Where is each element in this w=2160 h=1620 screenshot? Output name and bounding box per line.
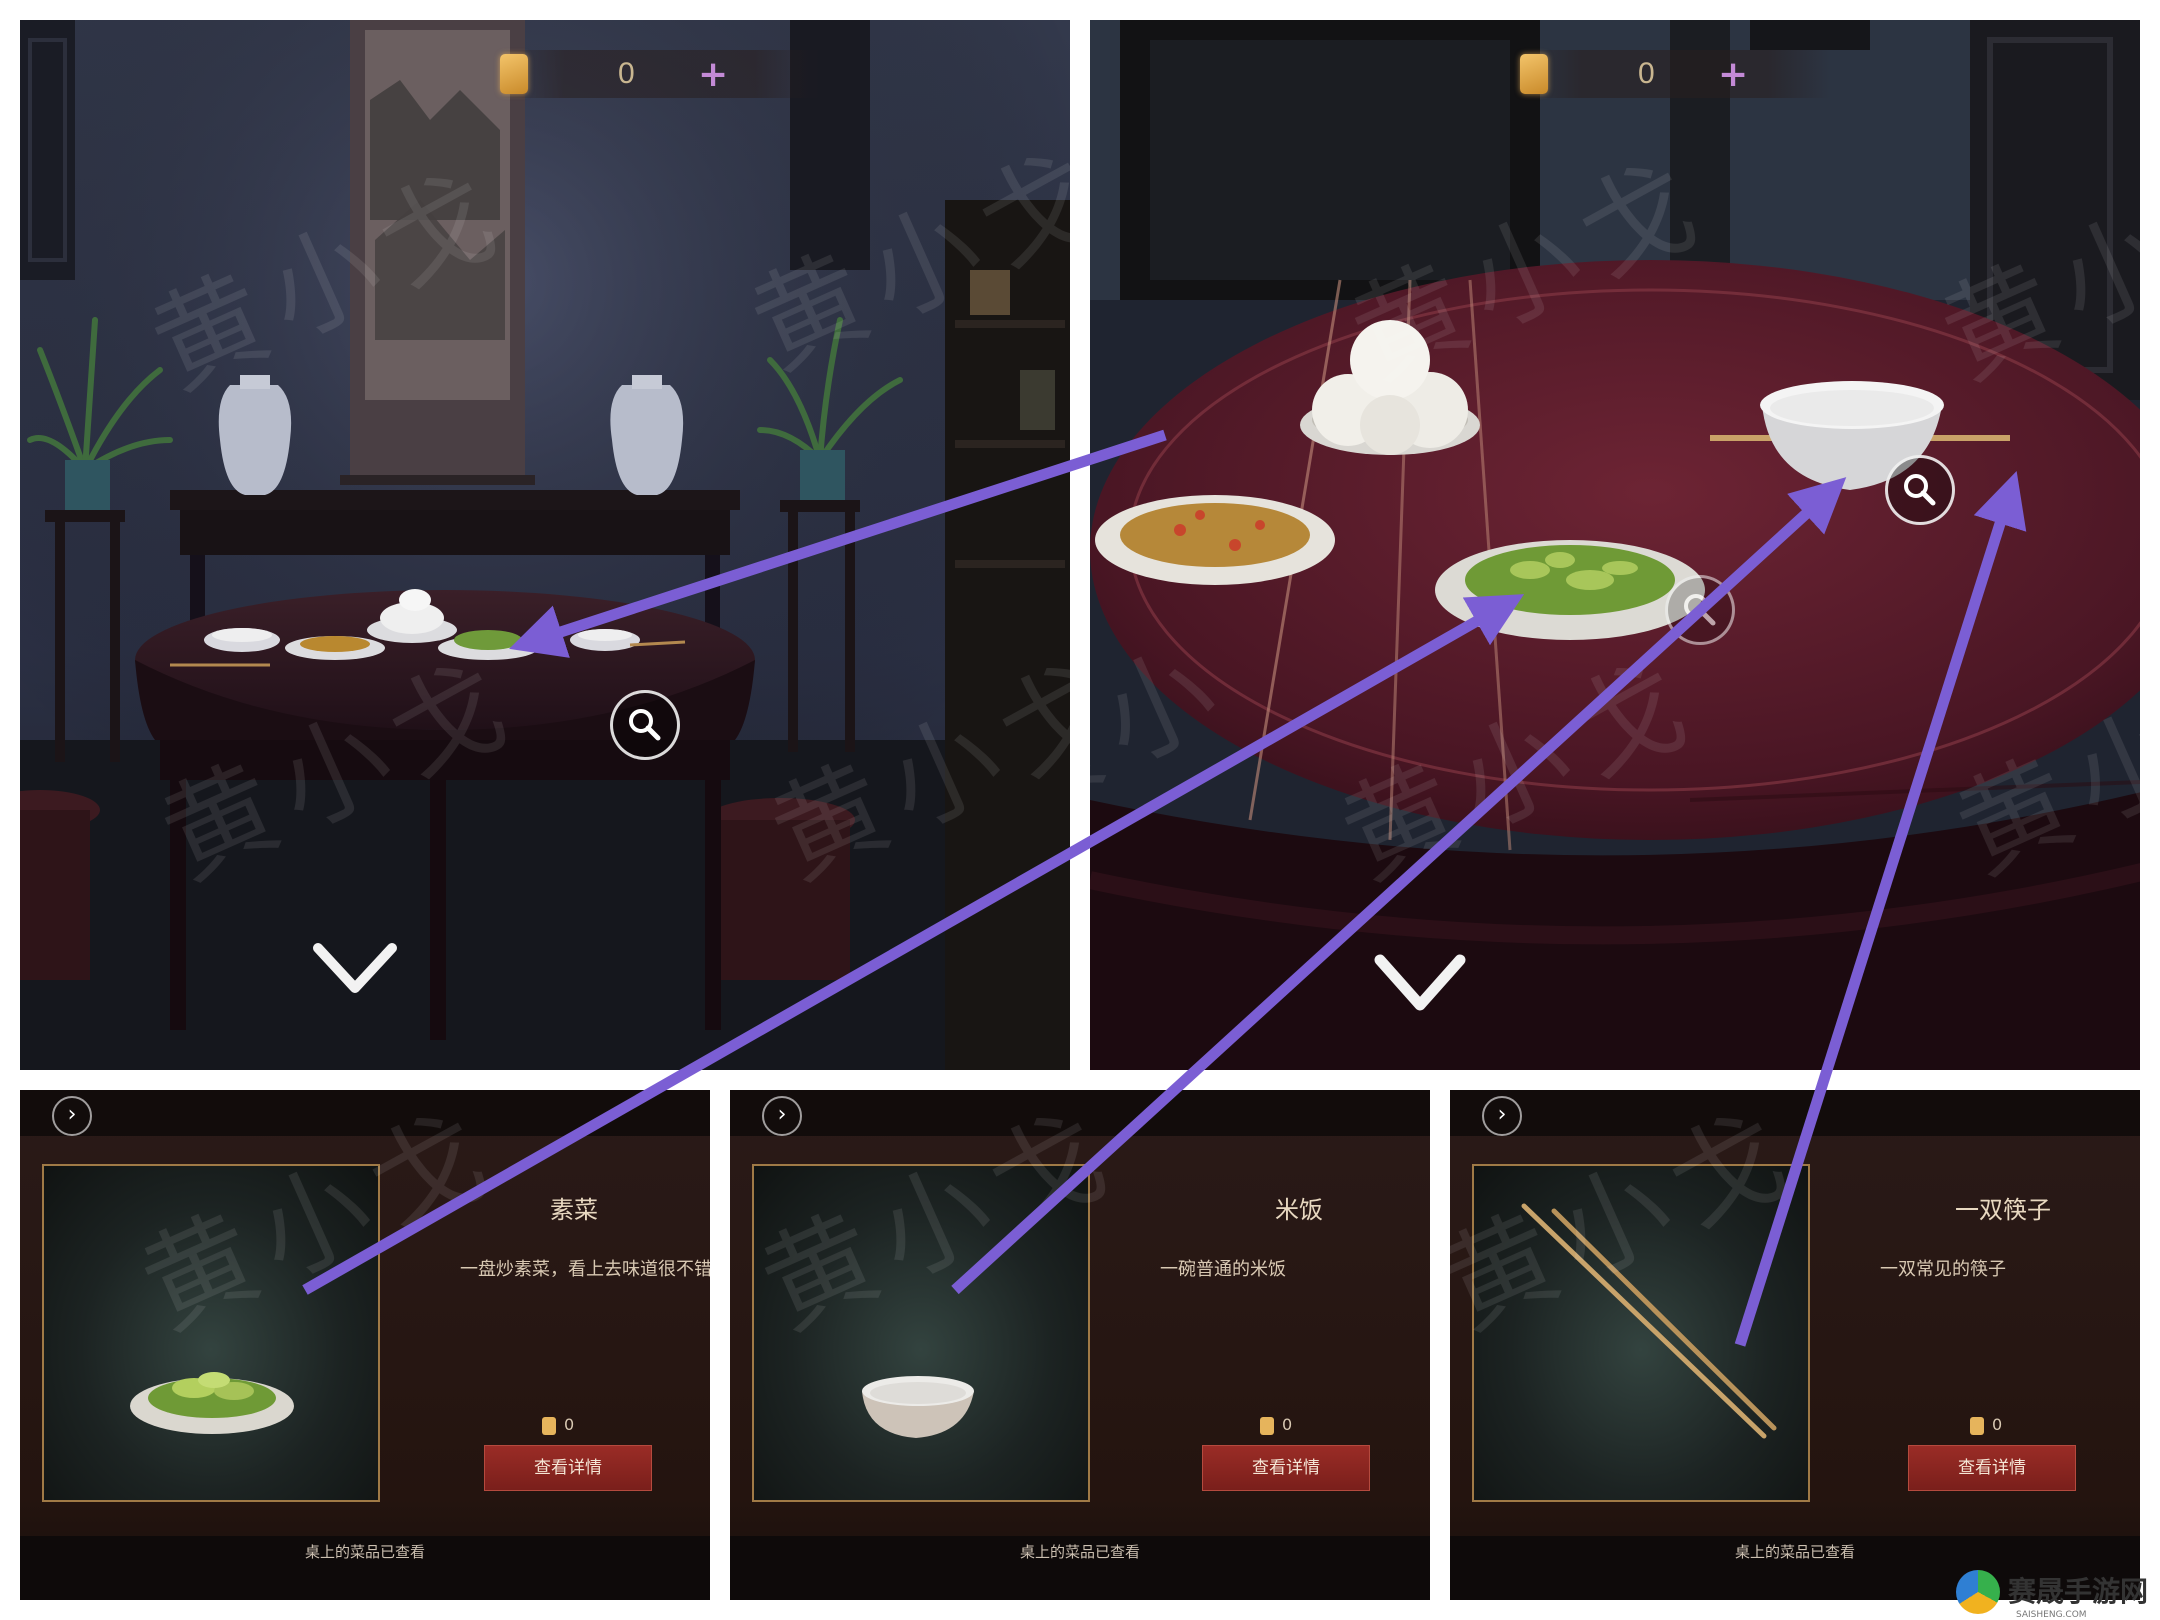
coin-count: 0	[618, 57, 635, 90]
magnifier-icon[interactable]	[1665, 575, 1735, 645]
item-preview-frame	[42, 1164, 380, 1502]
site-logo-icon	[1955, 1570, 2000, 1614]
scene-panel-room: 黄小戈 黄小戈 黄小戈 黄小戈 0 +	[20, 20, 1070, 1070]
rice-bowl-image	[862, 1376, 974, 1438]
green-vegetable-dish-image	[130, 1372, 294, 1434]
item-cost: 0	[542, 1415, 574, 1435]
magnifier-icon[interactable]	[1885, 455, 1955, 525]
currency-hud: 0 +	[1520, 50, 1830, 98]
item-cost: 0	[1260, 1415, 1292, 1435]
view-details-button[interactable]: 查看详情	[1202, 1445, 1370, 1491]
view-details-button[interactable]: 查看详情	[1908, 1445, 2076, 1491]
room-scene	[20, 20, 1070, 1070]
cost-value: 0	[1282, 1415, 1293, 1434]
add-currency-button[interactable]: +	[1718, 54, 1748, 95]
coin-icon	[1970, 1416, 1984, 1435]
coin-card-icon	[500, 54, 528, 94]
hint-text: 桌上的菜品已查看	[1734, 1543, 1855, 1561]
coin-card-icon	[1520, 54, 1548, 94]
site-logo: 赛晟手游网 SAISHENG.COM	[1955, 1570, 2148, 1620]
chevron-down-icon[interactable]	[1370, 950, 1470, 1020]
back-button[interactable]: ›	[1482, 1096, 1522, 1136]
cost-value: 0	[564, 1415, 575, 1434]
coin-icon	[1260, 1416, 1274, 1435]
site-domain: SAISHENG.COM	[2015, 1610, 2087, 1620]
item-preview-frame	[1472, 1164, 1810, 1502]
view-details-button[interactable]: 查看详情	[484, 1445, 652, 1491]
top-bar	[730, 1090, 1430, 1136]
item-description: 一双常见的筷子	[1880, 1259, 2006, 1280]
chevron-down-icon[interactable]	[310, 940, 400, 1000]
item-description: 一盘炒素菜，看上去味道很不错	[460, 1259, 710, 1280]
item-title: 一双筷子	[1955, 1196, 2051, 1224]
coin-count: 0	[1638, 57, 1655, 90]
item-detail-panel-rice: › 黄小戈 米饭 一碗普通的米饭 0 查看详情 桌上的菜品已查看	[730, 1090, 1430, 1600]
item-detail-panel-chopsticks: › 黄小戈 一双筷子 一双常见的筷子 0 查看详情 桌上的菜品已查看	[1450, 1090, 2140, 1600]
cost-value: 0	[1992, 1415, 2003, 1434]
hint-text: 桌上的菜品已查看	[1019, 1543, 1140, 1561]
scene-panel-table-closeup: 黄小戈 黄小戈 黄小 黄小 黄小戈 0 +	[1090, 20, 2140, 1070]
item-cost: 0	[1970, 1415, 2002, 1435]
item-preview-frame	[752, 1164, 1090, 1502]
top-bar	[1450, 1090, 2140, 1136]
table-closeup-scene	[1090, 20, 2140, 1070]
hint-text: 桌上的菜品已查看	[304, 1543, 425, 1561]
item-description: 一碗普通的米饭	[1160, 1259, 1286, 1280]
add-currency-button[interactable]: +	[698, 54, 728, 95]
chopsticks-image	[1521, 1203, 1777, 1439]
item-detail-panel-vegetables: › 黄小戈 素菜 一盘炒素菜，看上去味道很不错 0 查看详情 桌上的菜品已查看	[20, 1090, 710, 1600]
top-bar	[20, 1090, 710, 1136]
site-name: 赛晟手游网	[2007, 1575, 2148, 1608]
magnifier-icon[interactable]	[610, 690, 680, 760]
back-button[interactable]: ›	[52, 1096, 92, 1136]
currency-hud: 0 +	[500, 50, 820, 98]
coin-icon	[542, 1416, 556, 1435]
item-title: 素菜	[550, 1196, 598, 1224]
back-button[interactable]: ›	[762, 1096, 802, 1136]
item-title: 米饭	[1275, 1196, 1323, 1224]
